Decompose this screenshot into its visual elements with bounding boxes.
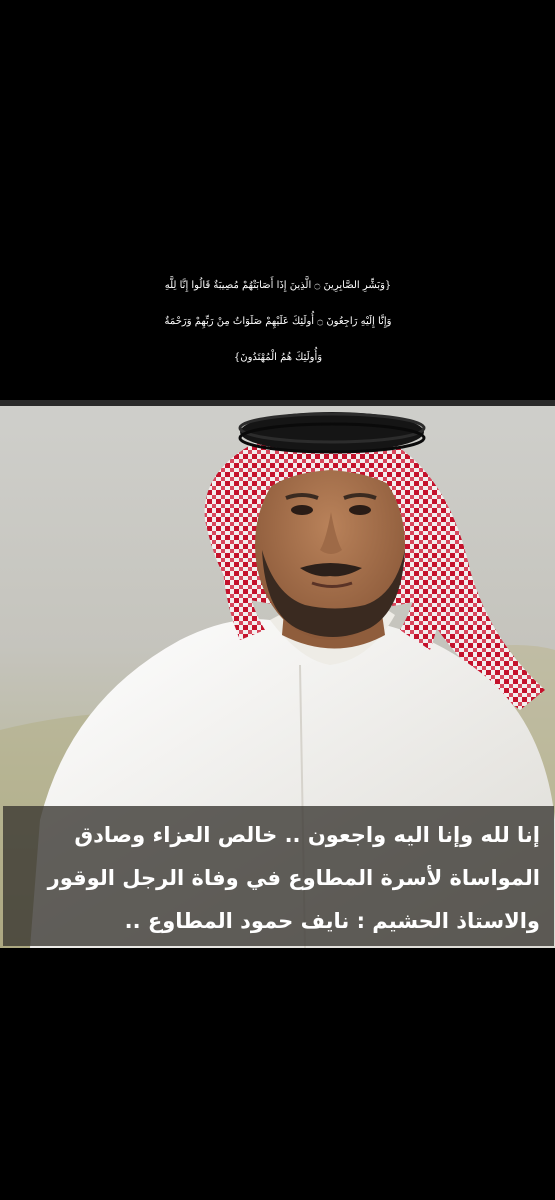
verse-line-2: وَإِنَّا إِلَيْهِ رَاجِعُونَ ۝ أُولَئِكَ… [164,316,392,327]
verse-line-3: وَأُولَئِكَ هُمُ الْمُهْتَدُونَ} [233,352,323,363]
condolence-caption: إنا لله وإنا اليه واجعون .. خالص العزاء … [3,806,554,946]
verse-line-1: {وَبَشِّرِ الصَّابِرِينَ ۝ الَّذِينَ إِذ… [164,280,392,291]
caption-line-3: والاستاذ الحشيم : نايف حمود المطاوع .. [124,909,540,933]
caption-line-2: المواساة لأسرة المطاوع في وفاة الرجل الو… [47,866,540,890]
caption-line-1: إنا لله وإنا اليه واجعون .. خالص العزاء … [74,823,540,847]
quran-verse: {وَبَشِّرِ الصَّابِرِينَ ۝ الَّذِينَ إِذ… [18,268,538,376]
